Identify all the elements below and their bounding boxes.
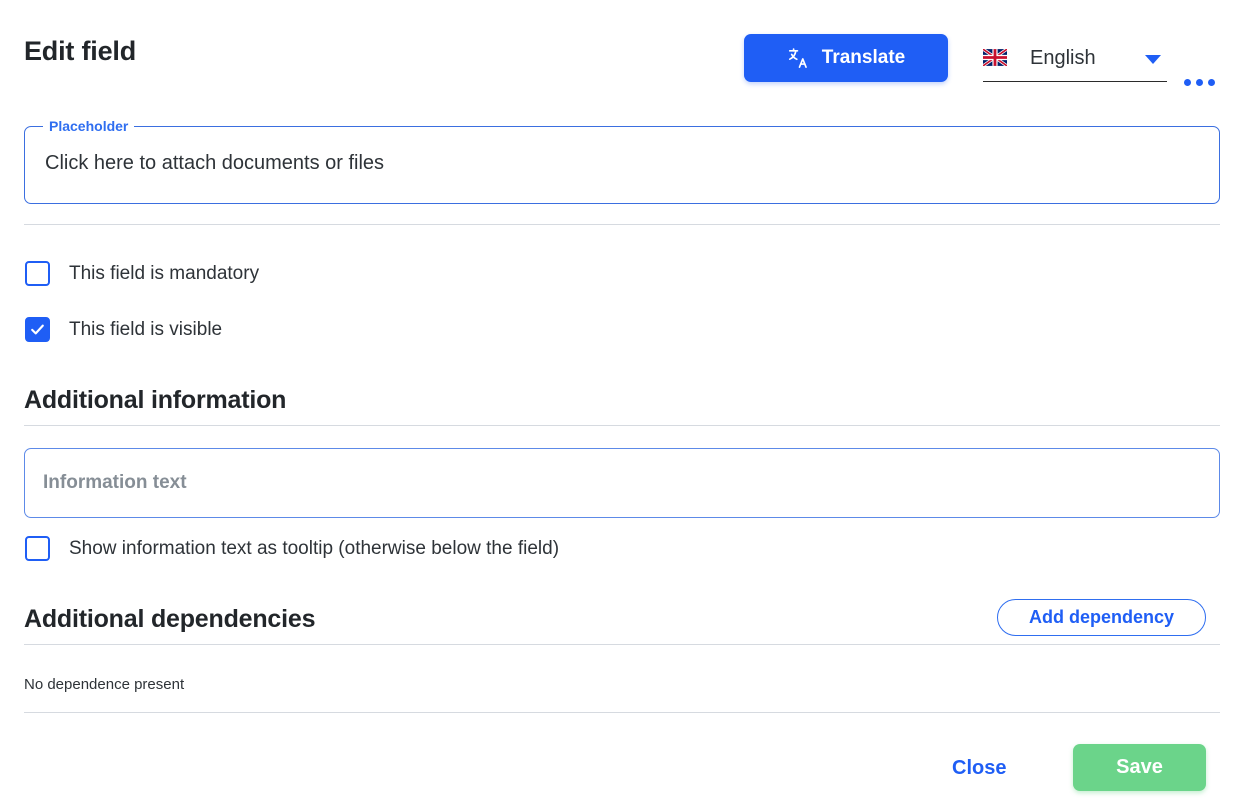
- dot-2: [1195, 78, 1203, 86]
- tooltip-checkbox[interactable]: [25, 536, 50, 561]
- language-select-value: English: [1030, 47, 1096, 69]
- section-additional-information: Additional information: [24, 386, 1220, 426]
- visible-checkbox-label: This field is visible: [69, 318, 223, 340]
- uk-flag-icon: [983, 49, 1007, 66]
- translate-icon: [787, 47, 809, 69]
- language-select[interactable]: English: [983, 38, 1167, 82]
- more-options-icon[interactable]: [1179, 71, 1219, 93]
- save-button[interactable]: Save: [1073, 744, 1206, 791]
- dot-3: [1207, 78, 1215, 86]
- placeholder-input[interactable]: [43, 151, 1193, 176]
- mandatory-checkbox-label: This field is mandatory: [69, 262, 260, 284]
- tooltip-checkbox-label: Show information text as tooltip (otherw…: [69, 537, 560, 559]
- add-dependency-button[interactable]: Add dependency: [997, 599, 1206, 636]
- chevron-down-icon: [1145, 55, 1161, 64]
- translate-button-label: Translate: [821, 47, 906, 68]
- divider-top: [24, 224, 1220, 225]
- page-title: Edit field: [24, 36, 136, 66]
- divider-footer: [24, 712, 1220, 713]
- section-rule-information: [24, 425, 1220, 426]
- placeholder-field[interactable]: Placeholder: [24, 117, 1220, 204]
- close-button[interactable]: Close: [944, 750, 1014, 786]
- translate-button[interactable]: Translate: [744, 34, 948, 82]
- checkbox-row-tooltip[interactable]: Show information text as tooltip (otherw…: [25, 536, 559, 561]
- placeholder-field-legend: Placeholder: [43, 117, 135, 135]
- section-rule-dependencies: [24, 644, 1220, 645]
- edit-field-dialog: Edit field Translate English Placeholder…: [0, 0, 1244, 810]
- visible-checkbox[interactable]: [25, 317, 50, 342]
- dot-1: [1183, 78, 1191, 86]
- checkbox-row-mandatory[interactable]: This field is mandatory: [25, 261, 259, 286]
- dialog-header: Edit field Translate English: [24, 28, 1220, 88]
- no-dependency-message: No dependence present: [24, 676, 185, 693]
- additional-information-heading: Additional information: [24, 386, 287, 414]
- information-text-input[interactable]: [24, 448, 1220, 518]
- checkbox-row-visible[interactable]: This field is visible: [25, 317, 222, 342]
- mandatory-checkbox[interactable]: [25, 261, 50, 286]
